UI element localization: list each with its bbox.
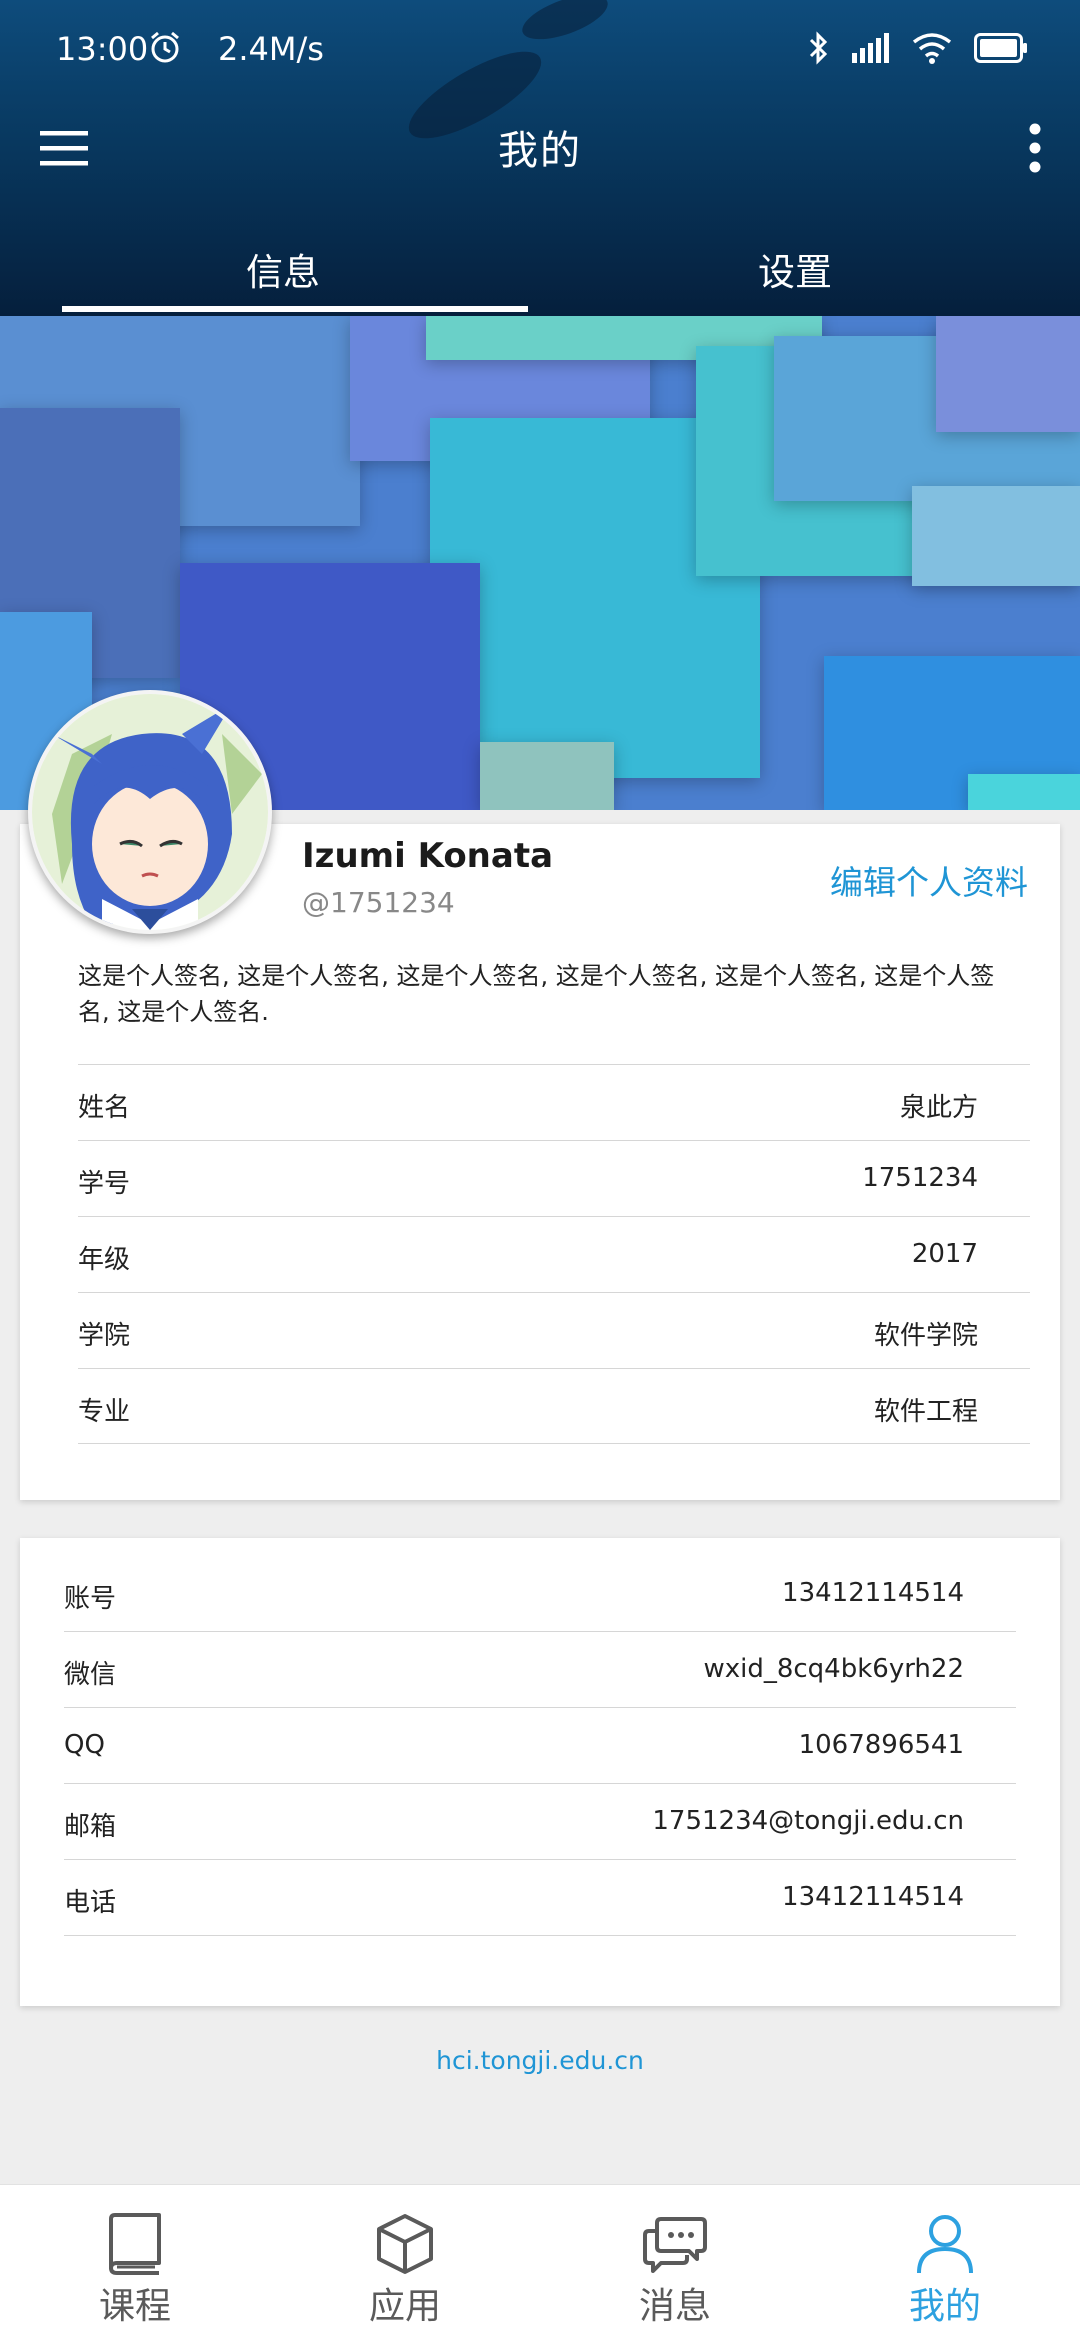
contact-value: 1067896541 (798, 1730, 964, 1760)
banner-block (936, 316, 1080, 432)
info-label: 学号 (78, 1169, 131, 1199)
nav-label: 课程 (98, 2286, 171, 2327)
info-value: 泉此方 (899, 1093, 978, 1123)
chat-icon (643, 2217, 707, 2273)
user-handle: @1751234 (302, 886, 455, 919)
contact-row-account[interactable]: 账号 13412114514 (64, 1556, 1016, 1632)
tab-indicator (62, 306, 528, 312)
info-row-grade: 年级 2017 (78, 1216, 1030, 1292)
edit-profile-link[interactable]: 编辑个人资料 (830, 856, 1028, 904)
nav-label: 我的 (908, 2286, 981, 2327)
contact-row-email[interactable]: 邮箱 1751234@tongji.edu.cn (64, 1784, 1016, 1860)
nav-courses[interactable]: 课程 (0, 2185, 270, 2340)
bluetooth-icon (809, 31, 828, 65)
more-vertical-icon[interactable] (1020, 122, 1050, 174)
toolbar: 我的 (0, 100, 1080, 196)
status-time: 13:00 (56, 30, 149, 68)
info-value: 1751234 (862, 1163, 978, 1193)
nav-label: 应用 (368, 2286, 441, 2327)
info-value: 2017 (911, 1239, 978, 1269)
contact-label: QQ (64, 1730, 105, 1760)
cube-icon (377, 2214, 433, 2274)
contact-row-phone[interactable]: 电话 13412114514 (64, 1860, 1016, 1936)
contact-value: 13412114514 (782, 1882, 964, 1912)
footer-link[interactable]: hci.tongji.edu.cn (0, 2046, 1080, 2075)
info-label: 姓名 (78, 1093, 131, 1123)
person-icon (917, 2215, 973, 2274)
contact-list: 账号 13412114514 微信 wxid_8cq4bk6yrh22 QQ 1… (64, 1556, 1016, 1936)
banner-block (480, 742, 614, 810)
contact-value: wxid_8cq4bk6yrh22 (703, 1654, 964, 1684)
contact-label: 邮箱 (64, 1812, 117, 1842)
network-speed: 2.4M/s (218, 30, 324, 68)
info-row-college: 学院 软件学院 (78, 1292, 1030, 1368)
contact-value: 1751234@tongji.edu.cn (652, 1806, 964, 1836)
alarm-icon (151, 31, 179, 63)
wifi-icon (912, 33, 952, 64)
battery-icon (974, 33, 1027, 63)
contact-label: 微信 (64, 1660, 117, 1690)
contact-row-qq[interactable]: QQ 1067896541 (64, 1708, 1016, 1784)
status-icons (808, 30, 1028, 66)
book-icon (109, 2213, 161, 2275)
nav-apps[interactable]: 应用 (270, 2185, 540, 2340)
bottom-nav: 课程 应用 消息 我的 (0, 2184, 1080, 2340)
info-list: 姓名 泉此方 学号 1751234 年级 2017 学院 软件学院 专业 软件工… (78, 1064, 1030, 1444)
user-signature: 这是个人签名, 这是个人签名, 这是个人签名, 这是个人签名, 这是个人签名, … (78, 962, 995, 1026)
tab-bar: 信息 设置 (0, 230, 1080, 316)
status-bar: 13:00 2.4M/s (0, 0, 1080, 100)
tab-info[interactable]: 信息 (28, 230, 538, 316)
nav-profile[interactable]: 我的 (810, 2185, 1080, 2340)
info-label: 学院 (78, 1321, 131, 1351)
info-row-student-id: 学号 1751234 (78, 1140, 1030, 1216)
info-label: 专业 (78, 1397, 131, 1427)
info-value: 软件学院 (873, 1321, 978, 1351)
contact-value: 13412114514 (782, 1578, 964, 1608)
contact-label: 账号 (64, 1584, 117, 1614)
tab-settings[interactable]: 设置 (540, 230, 1050, 316)
info-row-name: 姓名 泉此方 (78, 1064, 1030, 1140)
info-label: 年级 (78, 1245, 131, 1275)
avatar-image (32, 694, 268, 930)
user-name: Izumi Konata (302, 836, 554, 876)
app-header: 13:00 2.4M/s 我的 信息 设置 (0, 0, 1080, 316)
avatar[interactable] (28, 690, 272, 934)
banner-block (968, 774, 1080, 810)
contact-row-wechat[interactable]: 微信 wxid_8cq4bk6yrh22 (64, 1632, 1016, 1708)
page-title: 我的 (498, 128, 582, 174)
contact-label: 电话 (64, 1888, 117, 1918)
info-row-major: 专业 软件工程 (78, 1368, 1030, 1444)
info-value: 软件工程 (873, 1397, 978, 1427)
nav-messages[interactable]: 消息 (540, 2185, 810, 2340)
nav-label: 消息 (638, 2286, 711, 2327)
signal-icon (852, 33, 889, 63)
banner-block (912, 486, 1080, 586)
